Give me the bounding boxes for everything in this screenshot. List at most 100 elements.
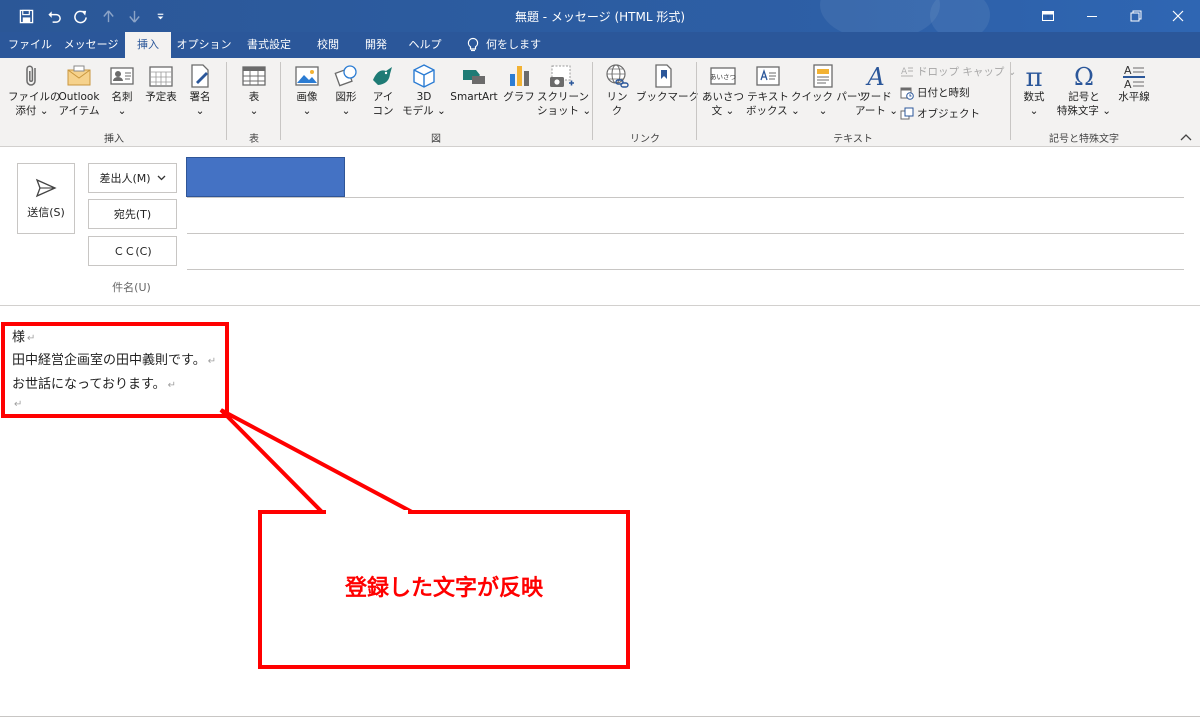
attach-file-label: ファイルの <box>8 91 61 103</box>
bookmark-button[interactable]: ブックマーク <box>636 62 699 104</box>
icons-button[interactable]: アイ コン <box>366 62 400 118</box>
date-time-button[interactable]: 日付と時刻 <box>900 85 970 100</box>
screenshot-label-2: ショット ⌄ <box>537 105 592 117</box>
table-button[interactable]: 表 ⌄ <box>236 62 272 118</box>
outlook-item-button[interactable]: Outlook アイテム <box>56 62 102 118</box>
3d-models-label-2: モデル ⌄ <box>402 105 446 117</box>
send-label: 送信(S) <box>27 205 65 219</box>
business-card-label: 名刺 <box>111 91 133 103</box>
greeting-label: あいさつ <box>702 91 744 103</box>
horizontal-line-button[interactable]: AA 水平線 <box>1114 62 1154 104</box>
subject-label: 件名(U) <box>112 281 151 294</box>
tell-me-search[interactable]: 何をしますか <box>486 32 550 77</box>
pi-icon-text: π <box>1025 63 1042 90</box>
group-label-links: リンク <box>630 134 660 145</box>
window-bottom-border <box>0 716 1200 717</box>
screenshot-button[interactable]: スクリーン ショット ⌄ <box>537 62 592 118</box>
to-button[interactable]: 宛先(T) <box>88 199 177 229</box>
wordart-icon: A <box>865 63 884 90</box>
tab-options[interactable]: オプション <box>176 32 232 58</box>
wordart-icon-text: A <box>865 63 884 90</box>
equation-button[interactable]: π 数式 ⌄ <box>1016 62 1052 118</box>
drop-cap-icon: A <box>901 67 913 77</box>
cc-input-underline[interactable] <box>187 269 1184 270</box>
quick-parts-label-2: ⌄ <box>818 105 828 117</box>
tab-insert[interactable]: 挿入 <box>125 32 171 58</box>
cc-button[interactable]: ＣＣ(C) <box>88 236 177 266</box>
group-label-illustrations: 図 <box>431 134 441 145</box>
3d-models-label: 3D <box>416 91 432 103</box>
tab-help[interactable]: ヘルプ <box>404 32 446 58</box>
image-icon <box>295 66 319 86</box>
tab-review[interactable]: 校閲 <box>308 32 348 58</box>
object-icon <box>900 107 914 119</box>
pi-icon: π <box>1025 63 1042 90</box>
from-field-underline <box>187 197 1184 198</box>
ribbon: ファイルの 添付 ⌄ Outlook アイテム 名刺 ⌄ 予定表 署名 ⌄ 挿入… <box>0 58 1200 147</box>
wordart-button[interactable]: A ワード アート ⌄ <box>855 62 898 118</box>
group-separator <box>592 62 593 140</box>
horizontal-line-icon: AA <box>1123 64 1145 90</box>
object-label: オブジェクト <box>917 108 980 120</box>
menu-bar: ファイル メッセージ 挿入 オプション 書式設定 校閲 開発 ヘルプ 何をします… <box>0 32 1200 77</box>
pictures-label-2: ⌄ <box>302 105 312 117</box>
globe-link-icon <box>606 64 629 88</box>
restore-button[interactable] <box>1114 0 1158 32</box>
symbol-button[interactable]: Ω 記号と 特殊文字 ⌄ <box>1056 62 1112 118</box>
omega-icon-text: Ω <box>1074 63 1094 90</box>
tab-file[interactable]: ファイル <box>4 32 56 58</box>
table-label: 表 <box>248 91 260 103</box>
omega-icon: Ω <box>1074 63 1094 90</box>
horizontal-line-label: 水平線 <box>1118 91 1150 103</box>
calendar-button[interactable]: 予定表 <box>141 62 181 104</box>
bar-chart-icon <box>510 66 529 86</box>
text-box-label: テキスト <box>747 91 789 103</box>
bookmark-label: ブックマーク <box>636 91 699 103</box>
smartart-button[interactable]: SmartArt <box>446 62 502 104</box>
symbol-label-2: 特殊文字 ⌄ <box>1056 105 1112 117</box>
link-button[interactable]: リン ク <box>600 62 634 118</box>
title-bar: 無題 - メッセージ (HTML 形式) <box>0 0 1200 32</box>
envelope-icon <box>67 65 91 86</box>
signature-button[interactable]: 署名 ⌄ <box>183 62 217 118</box>
callout-pointer <box>219 408 413 514</box>
send-button[interactable]: 送信(S) <box>17 163 75 234</box>
quick-parts-button[interactable]: クイック パーツ ⌄ <box>791 62 868 118</box>
business-card-label-2: ⌄ <box>117 105 127 117</box>
date-time-label: 日付と時刻 <box>917 87 970 99</box>
business-card-button[interactable]: 名刺 ⌄ <box>104 62 140 118</box>
quick-parts-icon <box>813 64 833 88</box>
ribbon-display-options-button[interactable] <box>1026 0 1070 32</box>
text-box-button[interactable]: テキスト ボックス ⌄ <box>746 62 800 118</box>
greeting-icon: あいさつ <box>710 67 736 85</box>
camera-icon <box>550 65 574 87</box>
signature-icon <box>191 64 209 88</box>
to-label: 宛先(T) <box>113 208 152 221</box>
pictures-button[interactable]: 画像 ⌄ <box>288 62 326 118</box>
drop-cap-button[interactable]: A ドロップ キャップ ⌄ <box>900 64 1016 79</box>
greeting-button[interactable]: あいさつ あいさつ 文 ⌄ <box>702 62 744 118</box>
chevron-down-icon <box>157 175 165 181</box>
object-button[interactable]: オブジェクト <box>900 106 980 121</box>
paperclip-icon <box>26 65 36 86</box>
chart-button[interactable]: グラフ <box>503 62 535 104</box>
minimize-button[interactable] <box>1070 0 1114 32</box>
tab-developer[interactable]: 開発 <box>356 32 396 58</box>
attach-file-button[interactable]: ファイルの 添付 ⌄ <box>8 62 61 118</box>
pictures-label: 画像 <box>296 91 318 103</box>
chevron-up-icon[interactable] <box>1180 132 1192 142</box>
calendar-icon <box>149 66 173 87</box>
group-separator <box>280 62 281 140</box>
equation-label-2: ⌄ <box>1029 105 1039 117</box>
3d-models-button[interactable]: 3D モデル ⌄ <box>402 62 446 118</box>
to-input-underline[interactable] <box>187 233 1184 234</box>
close-button[interactable] <box>1156 0 1200 32</box>
shapes-button[interactable]: 図形 ⌄ <box>327 62 365 118</box>
tab-format-text[interactable]: 書式設定 <box>238 32 300 58</box>
group-label-symbols: 記号と特殊文字 <box>1049 134 1119 145</box>
svg-text:A: A <box>1124 78 1132 90</box>
svg-text:A: A <box>1124 64 1132 77</box>
tab-message[interactable]: メッセージ <box>60 32 122 58</box>
text-box-label-2: ボックス ⌄ <box>746 105 800 117</box>
from-button[interactable]: 差出人(M) <box>88 163 177 193</box>
